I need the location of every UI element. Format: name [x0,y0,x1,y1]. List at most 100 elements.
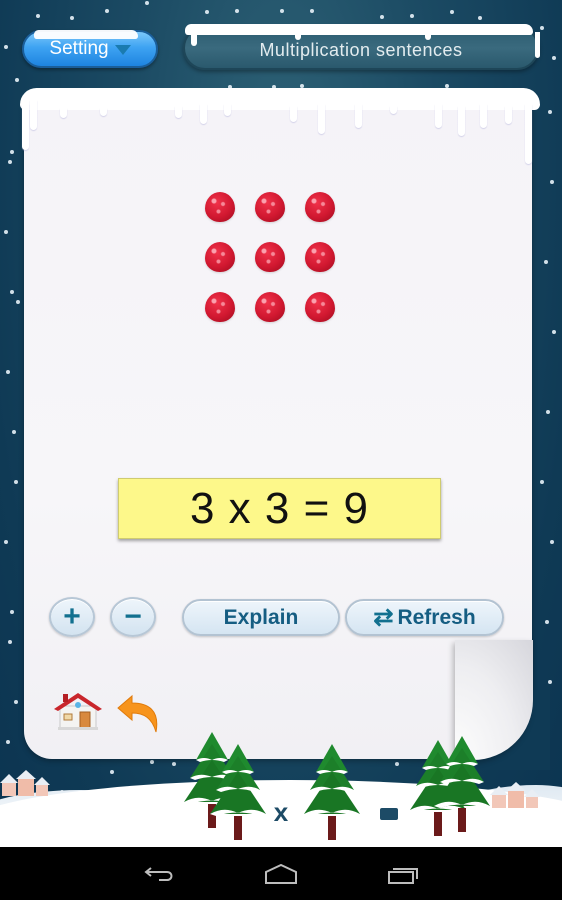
refresh-button[interactable]: ⇄ Refresh [345,599,504,636]
decrease-button[interactable]: − [110,597,156,637]
snowflake [544,260,548,264]
raspberry-icon [305,192,335,222]
icicle [390,106,397,114]
icicle [355,104,362,128]
close-icon[interactable]: x [268,799,294,825]
snowflake [548,680,552,684]
icicle [100,108,107,116]
recent-apps-icon [388,867,418,884]
snowflake [70,16,74,20]
page-title: Multiplication sentences [259,39,463,60]
snowflake [550,540,554,544]
snowflake [4,230,8,234]
undo-arrow-icon[interactable] [116,694,162,734]
icicle [480,104,487,128]
raspberry-icon [255,242,285,272]
pine-tree [208,742,268,847]
page-title-bar: Multiplication sentences [183,24,540,70]
icicle [191,32,197,46]
equation-text: 3 x 3 = 9 [189,483,369,533]
snowflake [36,14,40,18]
icicle [200,104,207,124]
snowflake [10,290,14,294]
snowflake [550,180,554,184]
raspberry-icon [255,192,285,222]
snowflake [14,700,18,704]
refresh-icon: ⇄ [373,603,394,631]
snowflake [8,640,12,644]
snowflake [10,150,14,154]
snowflake [540,480,544,484]
snowflake [552,330,556,334]
snowflake [545,620,549,624]
snowflake [546,410,550,414]
snowflake [105,9,109,13]
snowflake [145,1,149,5]
snowflake [235,9,239,13]
snowflake [552,56,556,60]
back-icon [144,866,173,881]
icicle [22,104,29,150]
setting-label: Setting [49,38,109,59]
snowflake [16,300,20,304]
increase-button[interactable]: + [49,597,95,637]
icicle [435,104,442,128]
icicle [175,106,182,118]
snowflake [8,160,12,164]
refresh-label: Refresh [397,605,476,629]
snowflake [280,9,284,13]
system-navigation-bar [0,847,562,900]
plus-icon: + [63,600,81,633]
snowflake [12,430,16,434]
snowflake [150,760,154,764]
snowflake [205,10,209,14]
raspberry-icon [205,292,235,322]
icicle [224,104,231,116]
nav-home-button[interactable] [264,863,298,885]
raspberry-icon [255,292,285,322]
snowflake [450,10,454,14]
village-houses [490,782,540,817]
pine-tree [302,742,362,847]
snowflake [14,480,18,484]
snowflake [172,762,176,766]
snowflake [4,45,8,49]
snowflake [4,540,8,544]
snowflake [6,370,10,374]
snowflake [478,16,482,20]
minus-icon: − [124,600,142,633]
chevron-down-icon [114,45,131,55]
icicle [505,106,512,124]
icicle [30,100,37,130]
snowflake [410,14,414,18]
raspberry-icon [205,242,235,272]
minimize-icon[interactable] [378,806,400,822]
icicle [60,108,67,118]
icicle [535,32,540,58]
setting-dropdown-button[interactable]: Setting [22,30,158,68]
icicle [525,104,532,164]
nav-recents-button[interactable] [386,863,420,885]
snowflake [548,110,552,114]
snowflake [395,762,399,766]
explain-button[interactable]: Explain [182,599,340,636]
snowflake [6,740,10,744]
snowflake [10,610,14,614]
nav-back-button[interactable] [142,863,176,885]
equation-display: 3 x 3 = 9 [118,478,441,539]
snow-cap [185,24,533,35]
icicle [318,104,325,134]
snowflake [15,78,19,82]
village-houses [0,770,50,805]
snowflake [310,9,314,13]
snowflake [110,770,114,774]
item-array-grid [205,192,335,322]
icicle [290,106,297,122]
home-icon[interactable] [52,690,104,730]
icicle [458,106,465,136]
snowflake [540,26,544,30]
snowflake [380,15,384,19]
raspberry-icon [205,192,235,222]
raspberry-icon [305,292,335,322]
home-icon [265,863,297,884]
